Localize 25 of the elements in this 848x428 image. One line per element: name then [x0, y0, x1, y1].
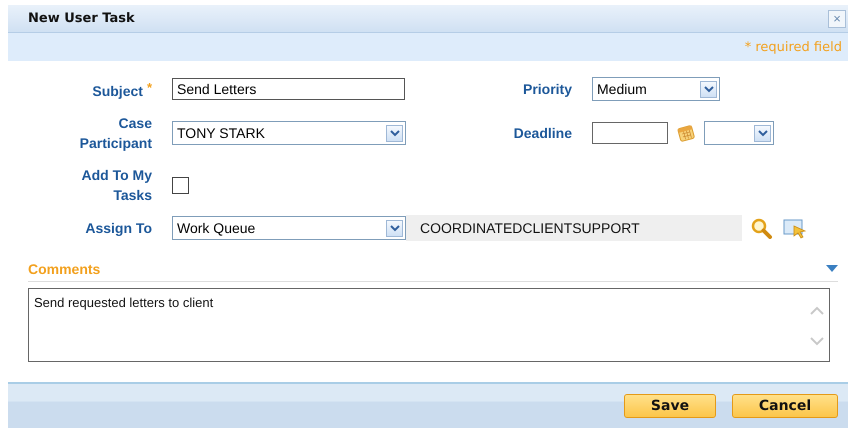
comments-text: Send requested letters to client: [34, 295, 214, 310]
search-icon[interactable]: [750, 217, 774, 239]
required-note: * required field: [744, 40, 842, 54]
queue-field: COORDINATEDCLIENTSUPPORT: [406, 215, 742, 241]
checkbox[interactable]: [172, 176, 189, 194]
collapse-arrow-icon[interactable]: [826, 265, 838, 273]
priority-dropdown[interactable]: Medium: [592, 77, 720, 101]
card-select-icon[interactable]: [782, 217, 808, 239]
field-label: Deadline: [514, 125, 572, 141]
field-label: Subject: [92, 82, 143, 98]
field-label: Priority: [522, 81, 572, 97]
assign-to-dropdown[interactable]: Work Queue: [172, 216, 406, 240]
time-dropdown[interactable]: [704, 121, 774, 145]
window-title: New User Task: [28, 11, 135, 26]
case-participant-dropdown[interactable]: TONY STARK: [172, 121, 406, 145]
comments-field[interactable]: Send requested letters to client: [28, 288, 830, 362]
comments-heading: Comments: [28, 261, 100, 277]
field-label: Add To My Tasks: [81, 167, 152, 203]
field-label: Assign To: [85, 220, 152, 236]
date-field[interactable]: [592, 122, 668, 144]
field-label: Case Participant: [80, 115, 152, 151]
dialog-button[interactable]: Cancel: [732, 394, 838, 418]
dialog-button[interactable]: Save: [624, 394, 716, 418]
required-mark: *: [146, 80, 152, 94]
subject-field[interactable]: Send Letters: [172, 78, 405, 100]
